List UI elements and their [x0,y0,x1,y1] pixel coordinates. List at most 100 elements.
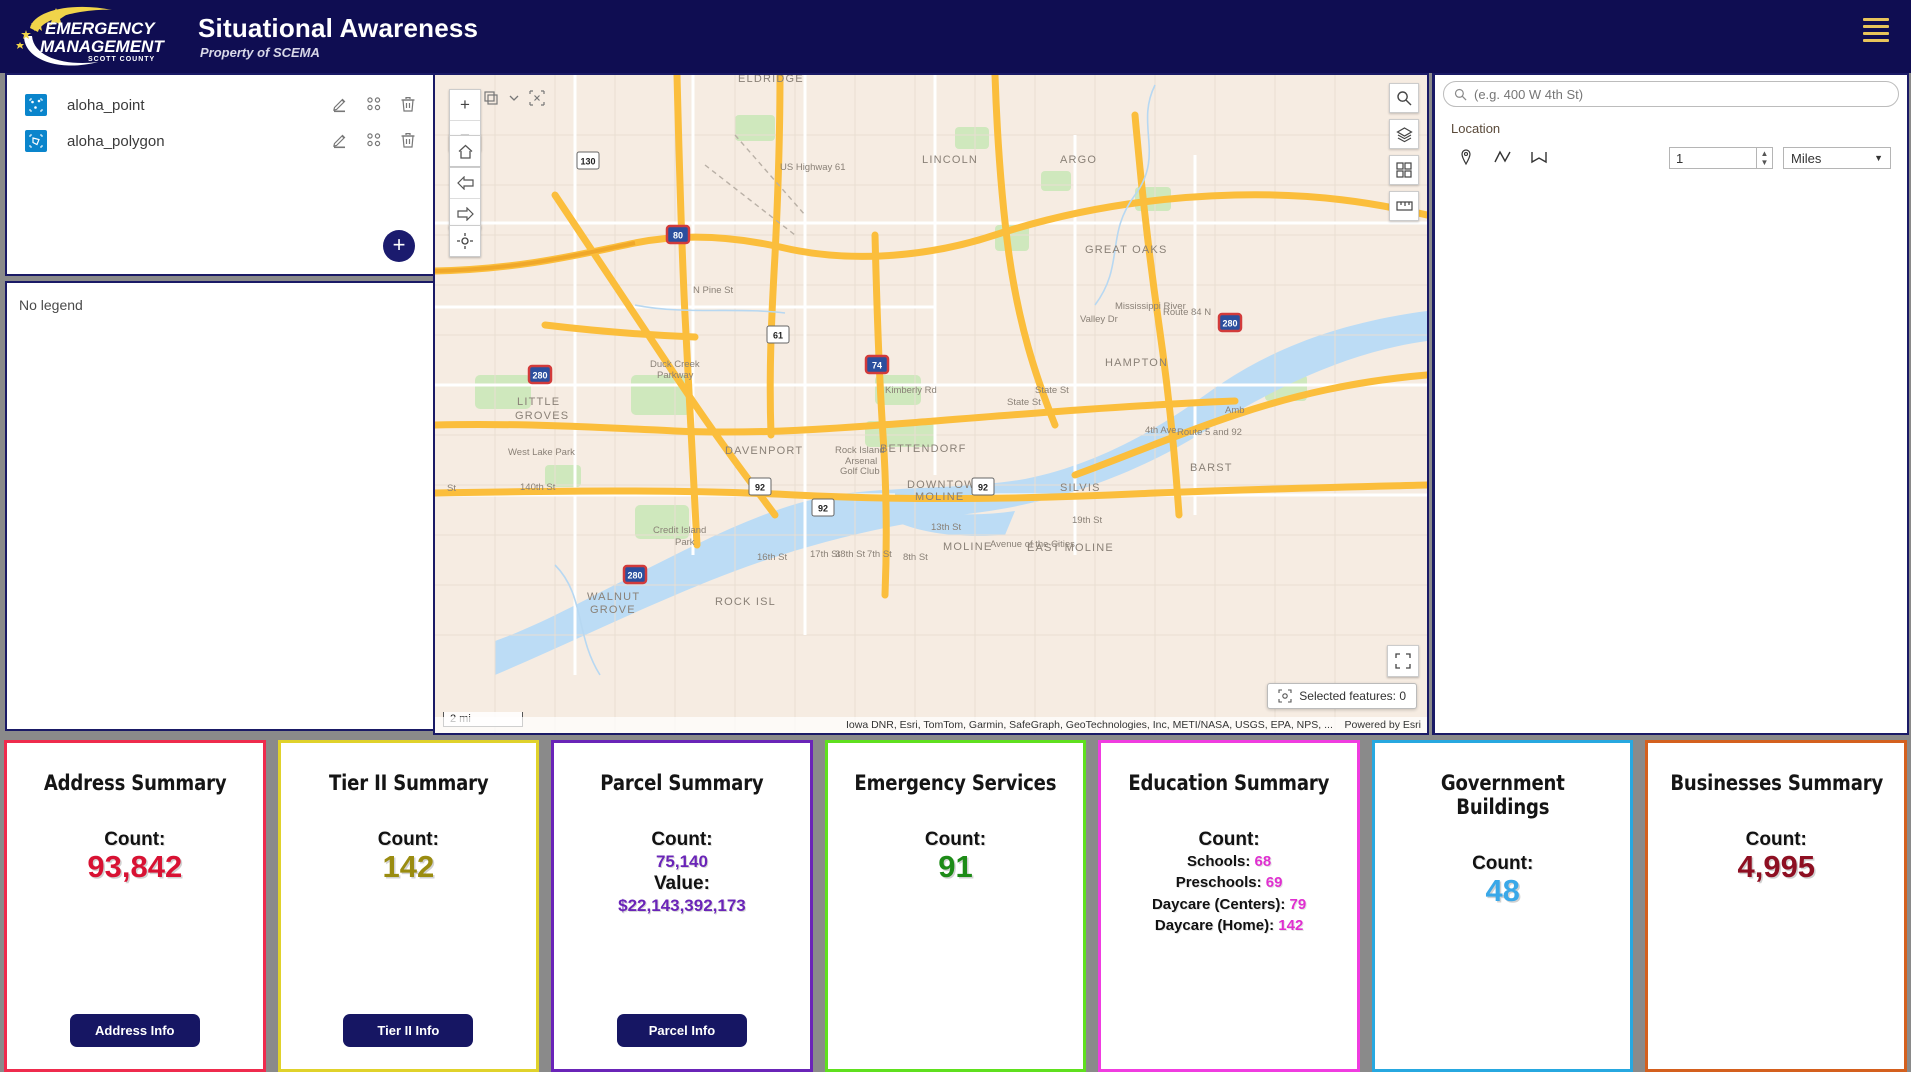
unit-select[interactable]: Miles ▼ [1783,147,1891,169]
polygon-tool-icon[interactable] [1529,148,1549,168]
search-input[interactable]: (e.g. 400 W 4th St) [1443,81,1899,107]
map-label: BETTENDORF [880,443,967,455]
map-label: 38th St [835,549,865,560]
arrow-left-icon[interactable] [450,168,480,198]
measure-icon[interactable] [1389,191,1419,221]
clear-selection-icon[interactable] [529,90,545,106]
card-info-button[interactable]: Address Info [69,1014,200,1047]
polyline-tool-icon[interactable] [1493,148,1513,168]
summary-card: Businesses Summary Count: 4,995 [1645,740,1908,1072]
layer-actions [331,131,419,151]
map-label: 4th Ave [1145,425,1177,436]
value-label: Value: [653,873,710,895]
count-label: Count: [1198,829,1260,850]
agency-logo: EMERGENCY MANAGEMENT SCOTT COUNTY [12,0,182,73]
map-label: LINCOLN [922,154,978,166]
buffer-value[interactable]: 1 [1669,147,1757,169]
logo-line3: SCOTT COUNTY [88,56,155,63]
buffer-distance-stepper[interactable]: 1 ▲ ▼ Miles ▼ [1669,147,1891,169]
highway-shield: 280 [1217,312,1243,333]
stat-label: Preschools: [1175,874,1262,892]
layers-icon[interactable] [1389,119,1419,149]
card-body: Count: 75,140 Value: $22,143,392,173 [618,829,746,917]
basemap-icon[interactable] [1389,155,1419,185]
locate-icon[interactable] [450,226,480,256]
count-label: Count: [924,829,987,850]
count-value: 48 [1485,873,1520,908]
table-icon[interactable] [365,131,385,151]
add-layer-button[interactable]: + [383,230,415,262]
arrow-right-icon[interactable] [450,198,480,228]
map-label: Golf Club [840,466,880,477]
search-placeholder: (e.g. 400 W 4th St) [1474,86,1584,102]
draw-tools[interactable] [1457,148,1549,168]
map-label: WALNUT [587,591,640,603]
card-title: Businesses Summary [1669,771,1883,795]
app-header: EMERGENCY MANAGEMENT SCOTT COUNTY Situat… [0,0,1911,73]
main-area: aloha_point aloha_polygon + No legend EL… [0,73,1911,735]
card-info-button[interactable]: Tier II Info [343,1014,474,1047]
stepper-buttons[interactable]: ▲ ▼ [1757,147,1773,169]
map-label: Avenue of the Cities [990,539,1075,550]
map-label: 13th St [931,522,961,533]
point-layer-icon [25,94,47,116]
zoom-in-button[interactable]: + [450,90,480,120]
map-attribution: Iowa DNR, Esri, TomTom, Garmin, SafeGrap… [435,717,1427,733]
delete-icon[interactable] [399,95,419,115]
map-label: GROVES [515,410,569,422]
count-label: Count: [1472,853,1534,874]
map-label: MOLINE [943,541,992,553]
highway-shield: 92 [748,477,772,496]
stat-value: 79 [1289,895,1307,913]
layer-actions [331,95,419,115]
map-label: N Pine St [693,285,733,296]
map-label: 16th St [757,552,787,563]
edit-icon[interactable] [331,95,351,115]
card-title: Tier II Summary [328,771,489,795]
fullscreen-icon[interactable] [1387,645,1419,677]
logo-mark: EMERGENCY MANAGEMENT SCOTT COUNTY [16,6,165,66]
highway-shield: 130 [576,151,600,170]
home-icon[interactable] [450,136,480,166]
nav-history-controls[interactable] [449,167,481,229]
map-tool-strip[interactable] [1389,83,1419,227]
card-info-button[interactable]: Parcel Info [616,1014,747,1047]
summary-cards-row: Address Summary Count: 93,842 Address Info T… [0,740,1911,1072]
layer-name: aloha_polygon [67,132,165,150]
point-tool-icon[interactable] [1457,148,1477,168]
stepper-down-icon[interactable]: ▼ [1761,158,1769,167]
copy-icon[interactable] [483,90,499,106]
map-label: 8th St [903,552,928,563]
summary-card: Parcel Summary Count: 75,140 Value: $22,143,… [551,740,813,1072]
value-amount: $22,143,392,173 [618,896,746,916]
list-item[interactable]: aloha_polygon [7,123,433,159]
map-label: Credit Island [653,525,706,536]
map-view[interactable]: ELDRIDGE LINCOLN ARGO GREAT OAKS HAMPTON LITT… [433,73,1429,735]
map-label: US Highway 61 [780,162,845,173]
chevron-down-icon[interactable] [509,93,519,103]
map-label: SILVIS [1060,482,1101,494]
card-title: Education Summary [1128,771,1330,795]
map-canvas: ELDRIDGE LINCOLN ARGO GREAT OAKS HAMPTON LITT… [435,75,1427,733]
card-body: Count: 4,995 [1737,829,1815,884]
svg-text:61: 61 [773,331,783,341]
home-button-wrap[interactable] [449,135,481,167]
header-title-block: Situational Awareness Property of SCEMA [198,13,478,60]
search-icon[interactable] [1389,83,1419,113]
unit-value: Miles [1791,150,1822,166]
delete-icon[interactable] [399,131,419,151]
card-stat-row: Schools: 68 [1152,851,1306,872]
map-label: Route 5 and 92 [1177,427,1242,438]
chevron-down-icon: ▼ [1874,153,1883,163]
table-icon[interactable] [365,95,385,115]
card-body: Count: 142 [378,829,439,884]
edit-icon[interactable] [331,131,351,151]
map-label: State St [1007,397,1041,408]
locate-button-wrap[interactable] [449,225,481,257]
summary-card: Address Summary Count: 93,842 Address Info [4,740,266,1072]
map-label: BARST [1190,462,1233,474]
hamburger-menu-icon[interactable] [1863,18,1889,42]
list-item[interactable]: aloha_point [7,87,433,123]
location-label: Location [1451,121,1501,136]
stepper-up-icon[interactable]: ▲ [1761,149,1769,158]
